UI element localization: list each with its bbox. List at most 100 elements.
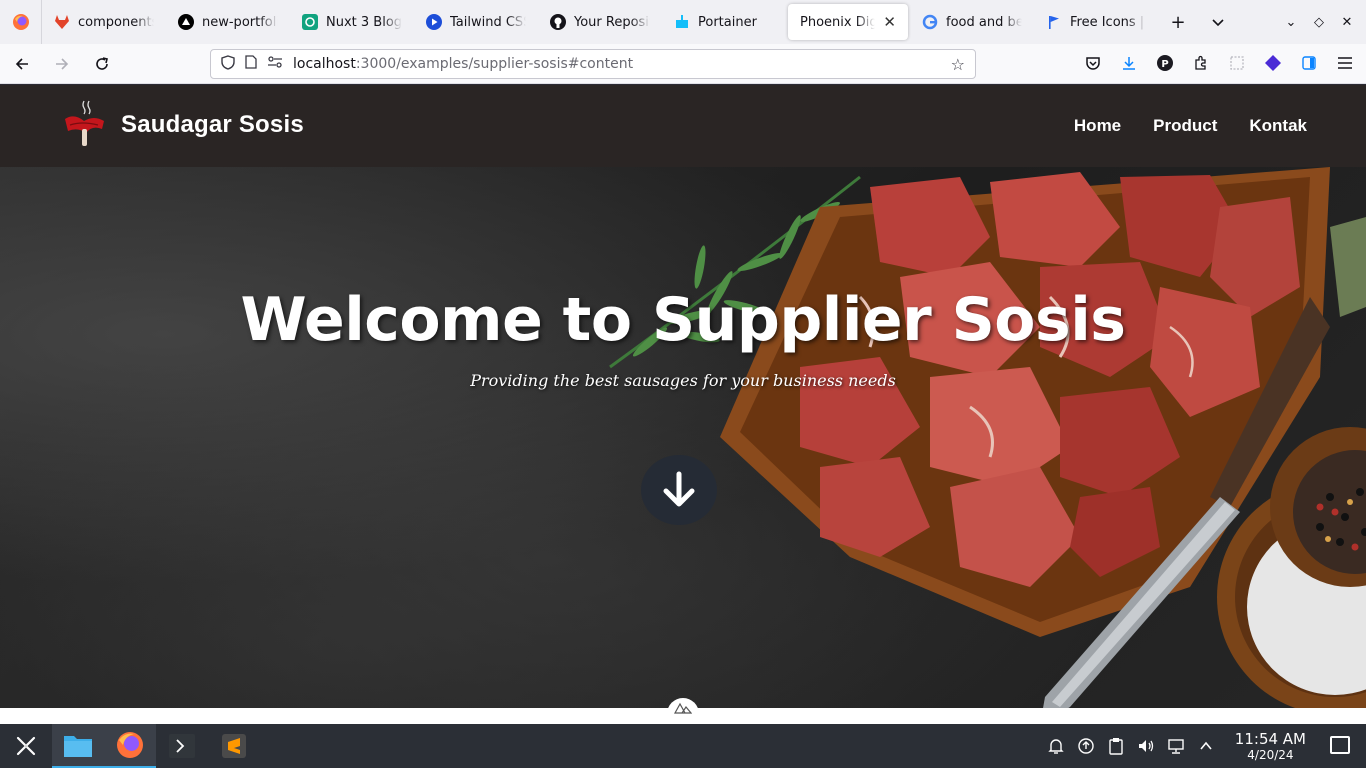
nav-link-kontak[interactable]: Kontak	[1249, 116, 1307, 136]
url-host: localhost	[293, 56, 356, 72]
reload-icon	[96, 56, 108, 70]
browser-tab[interactable]: components/	[42, 0, 166, 44]
pocket-icon[interactable]	[1082, 52, 1104, 74]
taskbar-file-manager[interactable]	[52, 724, 104, 768]
terminal-icon	[169, 734, 195, 758]
browser-tab[interactable]: Free Icons |	[1034, 0, 1158, 44]
updates-icon[interactable]	[1077, 737, 1095, 755]
url-path: :3000/examples/supplier-sosis#content	[355, 56, 634, 72]
flag-icon	[1046, 14, 1062, 30]
tab-label: Your Reposit	[574, 14, 650, 30]
page-icon[interactable]	[245, 55, 257, 73]
browser-tab[interactable]: Tailwind CSS	[414, 0, 538, 44]
hamburger-menu-icon[interactable]	[1334, 52, 1356, 74]
bookmark-star-icon[interactable]: ☆	[951, 55, 965, 74]
browser-tab[interactable]: Portainer	[662, 0, 786, 44]
site-header: Saudagar Sosis Home Product Kontak	[0, 85, 1366, 167]
tab-label: new-portfolio	[202, 14, 278, 30]
clipboard-icon[interactable]	[1107, 737, 1125, 755]
taskbar-terminal[interactable]	[156, 724, 208, 768]
os-taskbar: 11:54 AM 4/20/24	[0, 724, 1366, 768]
url-bar[interactable]: localhost:3000/examples/supplier-sosis#c…	[210, 49, 976, 79]
portainer-icon	[674, 14, 690, 30]
page-content: Saudagar Sosis Home Product Kontak Welco…	[0, 85, 1366, 725]
new-tab-button[interactable]: +	[1158, 0, 1198, 44]
launcher-icon	[16, 736, 36, 756]
browser-tab[interactable]: Your Reposit	[538, 0, 662, 44]
forward-button[interactable]	[44, 48, 80, 80]
permissions-icon[interactable]	[267, 56, 283, 72]
meat-cutting-board-image	[609, 167, 1366, 725]
play-icon	[426, 14, 442, 30]
tab-label: Nuxt 3 Blog	[326, 14, 402, 30]
chevron-up-icon[interactable]	[1197, 737, 1215, 755]
gitlab-icon	[54, 14, 70, 30]
sausage-logo-icon	[62, 99, 107, 151]
scroll-down-button[interactable]	[641, 455, 717, 525]
browser-navbar: localhost:3000/examples/supplier-sosis#c…	[0, 44, 1366, 84]
browser-tab-strip: components/ new-portfolio Nuxt 3 Blog Ta…	[0, 0, 1366, 44]
minimize-icon[interactable]: ⌄	[1280, 15, 1302, 30]
clock-time: 11:54 AM	[1234, 729, 1306, 748]
tab-label: Free Icons |	[1070, 14, 1145, 30]
site-nav: Home Product Kontak	[1074, 116, 1307, 136]
browser-tab[interactable]: Nuxt 3 Blog	[290, 0, 414, 44]
back-button[interactable]	[4, 48, 40, 80]
shield-icon[interactable]	[221, 54, 235, 74]
notifications-icon[interactable]	[1047, 737, 1065, 755]
arrow-down-icon	[663, 471, 695, 507]
google-icon	[922, 14, 938, 30]
chevron-down-icon	[1212, 19, 1224, 27]
list-all-tabs-button[interactable]	[1198, 0, 1238, 44]
openai-icon	[302, 14, 318, 30]
volume-icon[interactable]	[1137, 737, 1155, 755]
tab-label: components/	[78, 14, 154, 30]
close-window-icon[interactable]: ✕	[1336, 15, 1358, 30]
diamond-extension-icon[interactable]	[1262, 52, 1284, 74]
download-icon[interactable]	[1118, 52, 1140, 74]
github-icon	[550, 14, 566, 30]
hero-subtitle: Providing the best sausages for your bus…	[470, 371, 896, 390]
hero-title: Welcome to Supplier Sosis	[240, 285, 1126, 355]
profile-p-icon[interactable]: P	[1154, 52, 1176, 74]
svg-text:P: P	[1161, 59, 1168, 70]
window-controls: ⌄ ◇ ✕	[1280, 15, 1366, 30]
url-text: localhost:3000/examples/supplier-sosis#c…	[293, 56, 633, 72]
system-clock[interactable]: 11:54 AM 4/20/24	[1234, 729, 1306, 762]
nav-link-home[interactable]: Home	[1074, 116, 1121, 136]
browser-tab[interactable]: food and bev	[910, 0, 1034, 44]
brand-name: Saudagar Sosis	[121, 111, 304, 138]
nav-link-product[interactable]: Product	[1153, 116, 1217, 136]
reload-button[interactable]	[84, 48, 120, 80]
folder-icon	[64, 736, 92, 757]
tab-label: food and bev	[946, 14, 1022, 30]
arrow-right-icon	[56, 57, 69, 70]
tab-label: Tailwind CSS	[450, 14, 526, 30]
hero-text: Welcome to Supplier Sosis Providing the …	[0, 285, 1366, 390]
firefox-icon	[117, 732, 143, 758]
taskbar-firefox[interactable]	[104, 724, 156, 768]
arrow-left-icon	[15, 57, 28, 70]
screenshot-icon[interactable]	[1226, 52, 1248, 74]
sublime-text-icon	[222, 734, 246, 758]
tab-label: Portainer	[698, 14, 757, 30]
browser-tab-active[interactable]: Phoenix Digit ✕	[788, 4, 908, 40]
app-launcher-button[interactable]	[0, 724, 52, 768]
sidebar-icon[interactable]	[1298, 52, 1320, 74]
extensions-puzzle-icon[interactable]	[1190, 52, 1212, 74]
taskbar-sublime-text[interactable]	[208, 724, 260, 768]
tab-label: Phoenix Digit	[800, 14, 876, 30]
hero-section: Welcome to Supplier Sosis Providing the …	[0, 167, 1366, 725]
network-icon[interactable]	[1167, 737, 1185, 755]
show-desktop-button[interactable]	[1330, 736, 1350, 754]
toolbar-extensions: P	[1082, 52, 1356, 74]
firefox-view-button[interactable]	[0, 0, 42, 44]
vercel-icon	[178, 14, 194, 30]
site-brand[interactable]: Saudagar Sosis	[62, 99, 304, 151]
close-tab-icon[interactable]: ✕	[883, 13, 896, 31]
browser-tab[interactable]: new-portfolio	[166, 0, 290, 44]
nuxt-icon	[674, 702, 692, 714]
clock-date: 4/20/24	[1247, 747, 1294, 762]
firefox-icon	[12, 14, 29, 30]
maximize-icon[interactable]: ◇	[1308, 15, 1330, 30]
